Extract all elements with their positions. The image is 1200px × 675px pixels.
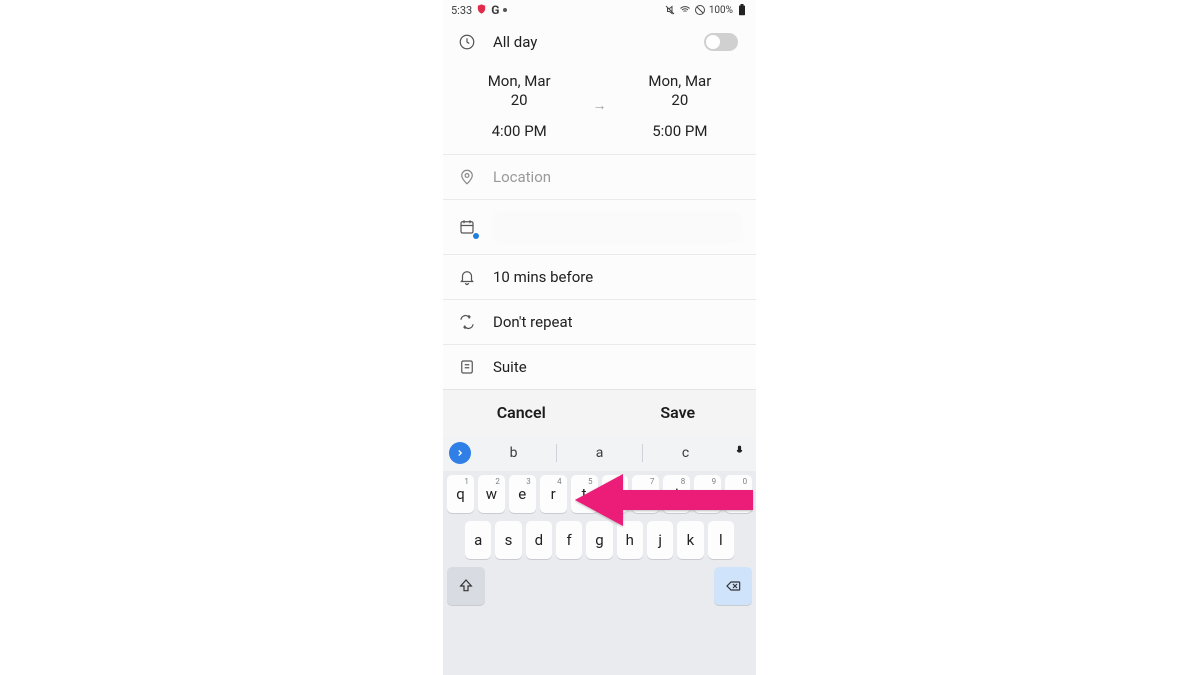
bell-icon xyxy=(457,267,477,287)
repeat-icon xyxy=(457,312,477,332)
repeat-row[interactable]: Don't repeat xyxy=(443,300,756,345)
key-i[interactable]: i8 xyxy=(663,475,690,513)
notification-dot-icon xyxy=(503,8,507,12)
backspace-key[interactable] xyxy=(714,567,752,605)
key-w[interactable]: w2 xyxy=(478,475,505,513)
date-time-section: Mon, Mar 20 4:00 PM → Mon, Mar 20 5:00 P… xyxy=(443,64,756,155)
clock-icon xyxy=(457,32,477,52)
key-row-2: asdfghjkl xyxy=(443,517,756,563)
location-placeholder: Location xyxy=(493,168,551,186)
notes-icon xyxy=(457,357,477,377)
start-time-picker[interactable]: 4:00 PM xyxy=(492,122,547,140)
battery-percent: 100% xyxy=(709,5,733,16)
reminder-row[interactable]: 10 mins before xyxy=(443,255,756,300)
all-day-label: All day xyxy=(493,33,537,51)
calendar-icon xyxy=(457,217,477,237)
status-time: 5:33 xyxy=(451,4,472,17)
key-u[interactable]: u7 xyxy=(632,475,659,513)
mute-icon xyxy=(664,4,676,16)
arrow-right-icon: → xyxy=(593,97,607,114)
google-icon: G xyxy=(491,3,499,17)
key-q[interactable]: q1 xyxy=(447,475,474,513)
key-h[interactable]: h xyxy=(617,521,643,559)
notes-row[interactable]: Suite xyxy=(443,345,756,389)
all-day-row[interactable]: All day xyxy=(443,20,756,64)
key-f[interactable]: f xyxy=(556,521,582,559)
wifi-icon xyxy=(679,4,691,16)
battery-icon xyxy=(736,4,748,16)
location-pin-icon xyxy=(457,167,477,187)
no-data-icon xyxy=(694,4,706,16)
key-o[interactable]: o9 xyxy=(694,475,721,513)
key-t[interactable]: t5 xyxy=(571,475,598,513)
end-time-picker[interactable]: 5:00 PM xyxy=(652,122,707,140)
reminder-label: 10 mins before xyxy=(493,268,593,286)
key-s[interactable]: s xyxy=(495,521,521,559)
suggestion-2[interactable]: a xyxy=(557,445,642,461)
key-y[interactable]: y6 xyxy=(602,475,629,513)
notes-value: Suite xyxy=(493,358,527,376)
all-day-toggle[interactable] xyxy=(704,33,738,51)
key-row-1: q1w2e3r4t5y6u7i8o9p0 xyxy=(443,471,756,517)
key-l[interactable]: l xyxy=(708,521,734,559)
key-d[interactable]: d xyxy=(526,521,552,559)
key-g[interactable]: g xyxy=(586,521,612,559)
start-date-picker[interactable]: Mon, Mar 20 xyxy=(488,72,551,110)
suggestion-3[interactable]: c xyxy=(643,445,728,461)
calendar-row[interactable] xyxy=(443,200,756,255)
action-bar: Cancel Save xyxy=(443,389,756,435)
end-date-picker[interactable]: Mon, Mar 20 xyxy=(648,72,711,110)
key-k[interactable]: k xyxy=(677,521,703,559)
calendar-value-blurred xyxy=(493,212,742,242)
key-e[interactable]: e3 xyxy=(509,475,536,513)
location-row[interactable]: Location xyxy=(443,155,756,200)
expand-toolbar-button[interactable] xyxy=(449,442,471,464)
keyboard: b a c q1w2e3r4t5y6u7i8o9p0 asdfghjkl xyxy=(443,435,756,675)
status-bar: 5:33 G 100% xyxy=(443,0,756,20)
key-p[interactable]: p0 xyxy=(725,475,752,513)
shield-icon xyxy=(476,3,487,18)
key-r[interactable]: r4 xyxy=(540,475,567,513)
key-j[interactable]: j xyxy=(647,521,673,559)
repeat-label: Don't repeat xyxy=(493,313,573,331)
phone-screen: 5:33 G 100% xyxy=(443,0,756,675)
suggestion-bar: b a c xyxy=(443,435,756,471)
shift-key[interactable] xyxy=(447,567,485,605)
cancel-button[interactable]: Cancel xyxy=(443,390,600,435)
mic-icon[interactable] xyxy=(728,444,750,461)
key-a[interactable]: a xyxy=(465,521,491,559)
save-button[interactable]: Save xyxy=(600,390,757,435)
suggestion-1[interactable]: b xyxy=(471,445,556,461)
key-row-3 xyxy=(443,563,756,609)
